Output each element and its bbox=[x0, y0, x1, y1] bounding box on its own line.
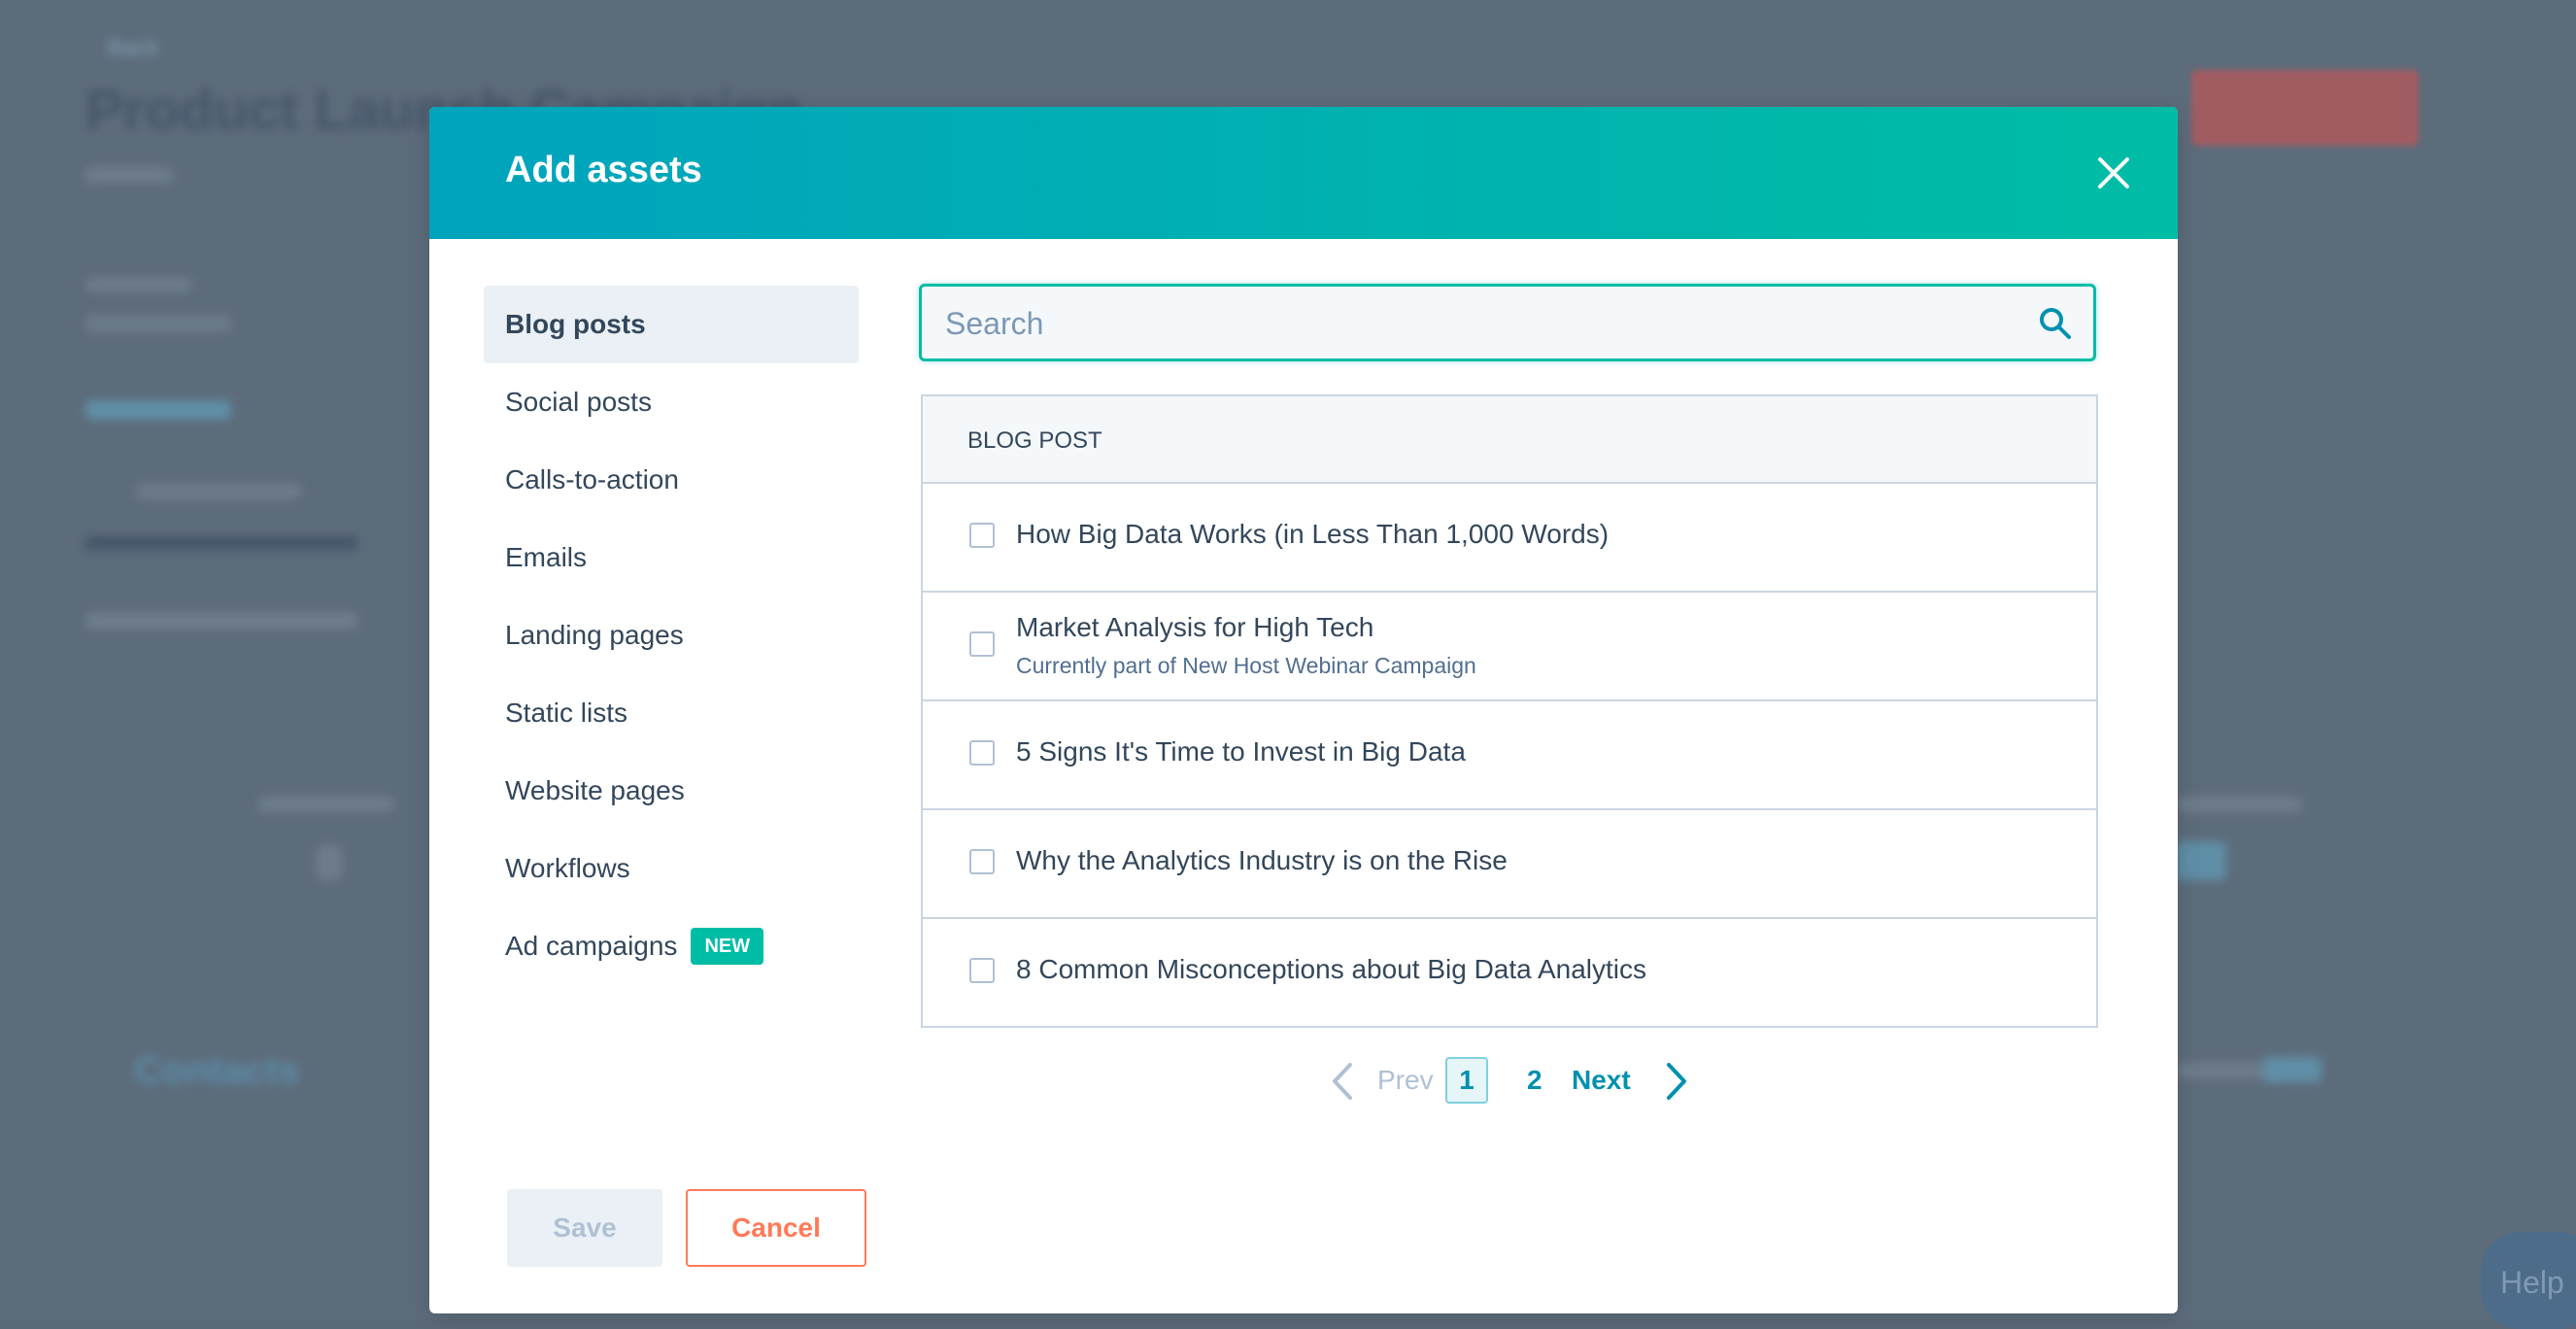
close-icon bbox=[2098, 157, 2129, 188]
sidebar-item-landing-pages[interactable]: Landing pages bbox=[484, 596, 859, 674]
sidebar-item-label: Blog posts bbox=[505, 309, 646, 339]
cancel-button[interactable]: Cancel bbox=[686, 1189, 866, 1267]
chevron-right-icon[interactable] bbox=[1665, 1061, 1690, 1102]
bg-placeholder bbox=[85, 612, 357, 630]
sidebar-item-blog-posts[interactable]: Blog posts bbox=[484, 286, 859, 363]
row-checkbox[interactable] bbox=[969, 523, 995, 548]
prev-button[interactable]: Prev bbox=[1377, 1065, 1434, 1096]
sidebar-item-label: Ad campaigns bbox=[505, 931, 678, 961]
close-button[interactable] bbox=[2092, 152, 2135, 194]
table-row[interactable]: 5 Signs It's Time to Invest in Big Data bbox=[923, 701, 2096, 810]
sidebar-item-emails[interactable]: Emails bbox=[484, 519, 859, 596]
help-label: Help bbox=[2500, 1265, 2564, 1300]
page-1-button[interactable]: 1 bbox=[1445, 1057, 1488, 1104]
bg-cta-button bbox=[2191, 70, 2419, 146]
sidebar-item-label: Workflows bbox=[505, 853, 630, 883]
search-box bbox=[919, 284, 2096, 361]
sidebar-item-calls-to-action[interactable]: Calls-to-action bbox=[484, 441, 859, 519]
row-title: Market Analysis for High Tech bbox=[1016, 612, 1374, 642]
row-checkbox[interactable] bbox=[969, 849, 995, 874]
bg-placeholder bbox=[136, 484, 301, 499]
search-input[interactable] bbox=[943, 287, 2016, 360]
sidebar-item-static-lists[interactable]: Static lists bbox=[484, 674, 859, 752]
row-title: 5 Signs It's Time to Invest in Big Data bbox=[1016, 736, 1466, 767]
sidebar-item-label: Landing pages bbox=[505, 620, 684, 650]
column-header-blog-post: BLOG POST bbox=[967, 427, 1102, 454]
add-assets-modal: Add assets Blog posts Social posts Calls… bbox=[429, 107, 2178, 1313]
asset-type-sidebar: Blog posts Social posts Calls-to-action … bbox=[484, 286, 859, 985]
bg-placeholder bbox=[85, 400, 231, 420]
bg-placeholder bbox=[317, 845, 342, 880]
sidebar-item-ad-campaigns[interactable]: Ad campaigns NEW bbox=[484, 907, 859, 985]
modal-title: Add assets bbox=[505, 150, 702, 190]
bg-placeholder bbox=[85, 536, 357, 550]
next-button[interactable]: Next bbox=[1572, 1065, 1631, 1096]
back-link: Back bbox=[107, 35, 159, 61]
bg-placeholder bbox=[2176, 797, 2302, 812]
modal-header: Add assets bbox=[429, 107, 2178, 239]
table-row[interactable]: How Big Data Works (in Less Than 1,000 W… bbox=[923, 484, 2096, 593]
page-2-button[interactable]: 2 bbox=[1527, 1065, 1542, 1096]
bg-placeholder bbox=[85, 315, 231, 332]
bg-placeholder bbox=[2263, 1057, 2322, 1082]
sidebar-item-website-pages[interactable]: Website pages bbox=[484, 752, 859, 830]
save-button[interactable]: Save bbox=[507, 1189, 662, 1267]
contacts-section-title: Contacts bbox=[134, 1049, 301, 1092]
search-icon[interactable] bbox=[2039, 307, 2072, 340]
sidebar-item-label: Website pages bbox=[505, 775, 685, 805]
sidebar-item-label: Calls-to-action bbox=[505, 464, 679, 494]
bg-placeholder bbox=[258, 797, 394, 812]
blog-post-table: BLOG POST How Big Data Works (in Less Th… bbox=[921, 394, 2098, 1028]
table-row[interactable]: 8 Common Misconceptions about Big Data A… bbox=[923, 919, 2096, 1026]
sidebar-item-label: Static lists bbox=[505, 698, 628, 728]
row-title: Why the Analytics Industry is on the Ris… bbox=[1016, 845, 1508, 875]
bg-placeholder bbox=[85, 278, 192, 291]
new-badge: NEW bbox=[691, 927, 764, 965]
bg-placeholder bbox=[2176, 841, 2226, 880]
sidebar-item-label: Social posts bbox=[505, 387, 652, 417]
table-header: BLOG POST bbox=[923, 396, 2096, 484]
row-checkbox[interactable] bbox=[969, 631, 995, 657]
row-title: How Big Data Works (in Less Than 1,000 W… bbox=[1016, 519, 1610, 549]
sidebar-item-workflows[interactable]: Workflows bbox=[484, 830, 859, 907]
sidebar-item-label: Emails bbox=[505, 542, 588, 572]
row-title: 8 Common Misconceptions about Big Data A… bbox=[1016, 954, 1646, 984]
table-row[interactable]: Why the Analytics Industry is on the Ris… bbox=[923, 810, 2096, 919]
chevron-left-icon bbox=[1333, 1063, 1352, 1100]
row-checkbox[interactable] bbox=[969, 958, 995, 983]
sidebar-item-social-posts[interactable]: Social posts bbox=[484, 363, 859, 441]
help-button[interactable]: Help bbox=[2481, 1232, 2576, 1329]
row-checkbox[interactable] bbox=[969, 740, 995, 766]
row-subtitle: Currently part of New Host Webinar Campa… bbox=[1016, 653, 1476, 678]
table-row[interactable]: Market Analysis for High Tech Currently … bbox=[923, 593, 2096, 701]
bg-placeholder bbox=[85, 167, 173, 183]
pagination: Prev 1 2 Next bbox=[429, 1055, 2178, 1109]
